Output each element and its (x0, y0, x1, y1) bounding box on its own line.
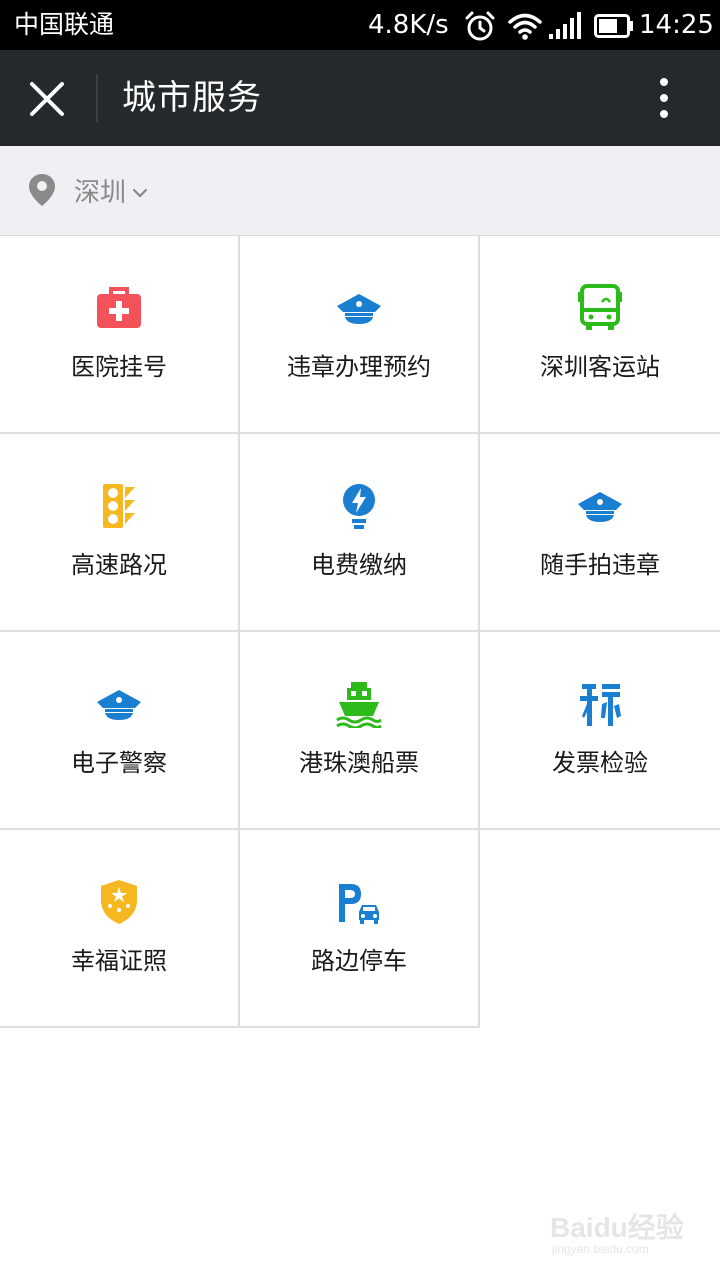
service-highway-traffic[interactable]: 高速路况 (0, 434, 240, 632)
police-cap-icon (97, 690, 141, 720)
electricity-bulb-icon (343, 484, 375, 529)
traffic-light-icon (103, 484, 135, 528)
service-shenzhen-bus-station[interactable]: 深圳客运站 (480, 236, 720, 434)
badge-shield-icon (101, 880, 137, 924)
service-report-violation[interactable]: 随手拍违章 (480, 434, 720, 632)
service-label: 违章办理预约 (287, 353, 431, 381)
service-label: 幸福证照 (71, 947, 167, 975)
service-label: 深圳客运站 (540, 353, 660, 381)
baidu-watermark: Baidu经验 jingyan.baidu.com (550, 1200, 710, 1266)
close-icon[interactable] (28, 80, 66, 118)
service-label: 电子警察 (71, 749, 167, 777)
empty-grid-cell (480, 830, 720, 1028)
location-bar: 深圳 (0, 146, 720, 236)
service-label: 港珠澳船票 (299, 749, 419, 777)
city-selector[interactable]: 深圳 (28, 168, 148, 212)
service-hkzm-ferry-ticket[interactable]: 港珠澳船票 (240, 632, 480, 830)
service-label: 医院挂号 (71, 353, 167, 381)
bus-icon (578, 284, 622, 330)
city-label: 深圳 (74, 177, 127, 208)
alarm-icon (465, 11, 495, 41)
service-electricity-payment[interactable]: 电费缴纳 (240, 434, 480, 632)
battery-icon (594, 14, 633, 38)
police-cap-icon (578, 492, 622, 522)
service-roadside-parking[interactable]: 路边停车 (240, 830, 480, 1028)
ship-icon (336, 682, 382, 728)
signal-icon (549, 12, 581, 39)
service-happy-certificates[interactable]: 幸福证照 (0, 830, 240, 1028)
service-grid: 医院挂号 违章办理预约 深圳客运站 高速路况 电费缴纳 随手拍违章 电子警察 港… (0, 236, 720, 1028)
wifi-icon (508, 13, 542, 40)
toolbar-divider (96, 74, 98, 122)
watermark-brand: Baidu经验 (550, 1212, 684, 1243)
service-hospital-registration[interactable]: 医院挂号 (0, 236, 240, 434)
carrier-label: 中国联通 (14, 10, 115, 39)
page-title: 城市服务 (122, 78, 262, 118)
watermark-url: jingyan.baidu.com (552, 1242, 649, 1256)
service-electronic-police[interactable]: 电子警察 (0, 632, 240, 830)
service-label: 高速路况 (71, 551, 167, 579)
service-violation-appointment[interactable]: 违章办理预约 (240, 236, 480, 434)
network-speed: 4.8K/s (368, 10, 449, 40)
chevron-down-icon (132, 188, 148, 198)
service-label: 路边停车 (311, 947, 407, 975)
service-label: 发票检验 (552, 749, 648, 777)
more-vertical-icon[interactable] (646, 74, 682, 122)
service-label: 电费缴纳 (311, 551, 407, 579)
clock: 14:25 (639, 10, 714, 40)
parking-car-icon (339, 884, 379, 924)
location-pin-icon (29, 174, 55, 206)
tax-invoice-icon (580, 684, 621, 726)
service-label: 随手拍违章 (540, 551, 660, 579)
status-bar: 中国联通 4.8K/s 14:25 (0, 0, 720, 50)
police-cap-icon (337, 294, 381, 324)
medical-kit-icon (97, 287, 141, 328)
service-invoice-verification[interactable]: 发票检验 (480, 632, 720, 830)
top-toolbar: 城市服务 (0, 50, 720, 146)
